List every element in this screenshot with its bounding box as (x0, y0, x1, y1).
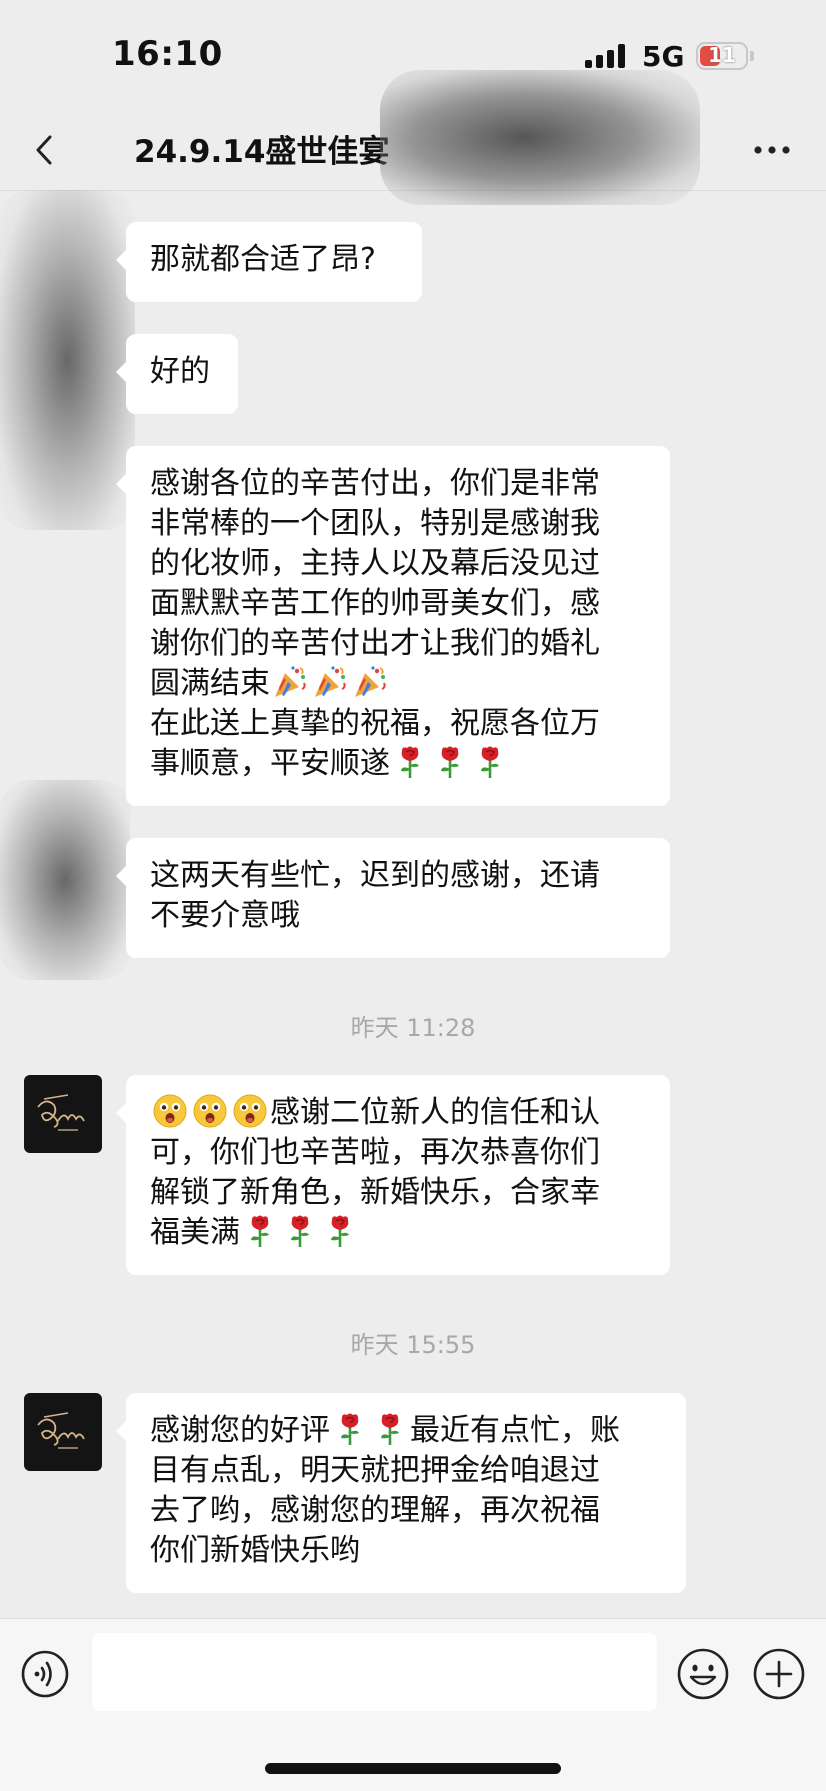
network-type: 5G (642, 40, 685, 73)
avatar[interactable] (24, 1393, 102, 1471)
message-input[interactable] (92, 1633, 657, 1711)
timestamp: 昨天 11:28 (350, 1014, 476, 1042)
message-line: 感谢您的好评 最近有点忙，账 (150, 1411, 662, 1451)
party-popper-icon (353, 665, 387, 699)
message-line: 福美满 (150, 1213, 646, 1253)
message-text: 你们新婚快乐哟 (150, 1533, 360, 1568)
rose-icon (323, 1214, 357, 1248)
brand-logo (24, 1393, 102, 1471)
message-text: 感谢二位新人的信任和认 (270, 1095, 600, 1130)
redacted-avatar (0, 190, 135, 530)
plus-icon[interactable] (752, 1647, 806, 1701)
message-text: 事顺意，平安顺遂 (150, 746, 390, 781)
astonished-face-icon (153, 1094, 187, 1128)
battery-tip (750, 51, 754, 61)
redacted-avatar (0, 780, 130, 980)
battery-icon: 11 (696, 42, 748, 70)
message-text: 解锁了新角色，新婚快乐，合家幸 (150, 1175, 600, 1210)
astonished-face-icon (233, 1094, 267, 1128)
rose-icon (433, 745, 467, 779)
message-bubble[interactable]: 好的 (116, 334, 238, 414)
message-bubble[interactable]: 感谢各位的辛苦付出，你们是非常 非常棒的一个团队，特别是感谢我 的化妆师，主持人… (116, 446, 670, 806)
message-text: 去了哟，感谢您的理解，再次祝福 (150, 1493, 600, 1528)
home-indicator (265, 1763, 561, 1774)
message-bubble[interactable]: 这两天有些忙，迟到的感谢，还请 不要介意哦 (116, 838, 670, 958)
party-popper-icon (273, 665, 307, 699)
rose-icon (473, 745, 507, 779)
message-bubble[interactable]: 那就都合适了昂? (116, 222, 422, 302)
message-text: 不要介意哦 (150, 898, 300, 933)
message-text: 在此送上真挚的祝福，祝愿各位万 (150, 706, 600, 741)
message-text: 感谢各位的辛苦付出，你们是非常 (150, 466, 600, 501)
message-text: 最近有点忙，账 (410, 1413, 620, 1448)
astonished-face-icon (193, 1094, 227, 1128)
battery-level: 11 (708, 43, 736, 67)
message-line: 圆满结束 (150, 664, 646, 704)
brand-logo (24, 1075, 102, 1153)
message-bubble[interactable]: 感谢您的好评 最近有点忙，账 目有点乱，明天就把押金给咱退过 去了哟，感谢您的理解… (116, 1393, 686, 1593)
message-text: 这两天有些忙，迟到的感谢，还请 (150, 858, 600, 893)
message-text: 非常棒的一个团队，特别是感谢我 (150, 506, 600, 541)
message-text: 面默默辛苦工作的帅哥美女们，感 (150, 586, 600, 621)
timestamp: 昨天 15:55 (350, 1331, 476, 1359)
message-text: 好的 (150, 354, 210, 389)
emoji-icon[interactable] (676, 1647, 730, 1701)
rose-icon (283, 1214, 317, 1248)
voice-icon[interactable] (20, 1649, 70, 1699)
rose-icon (393, 745, 427, 779)
signal-icon (585, 44, 629, 68)
message-text: 谢你们的辛苦付出才让我们的婚礼 (150, 626, 600, 661)
message-text: 目有点乱，明天就把押金给咱退过 (150, 1453, 600, 1488)
message-text: 那就都合适了昂? (150, 242, 376, 277)
chevron-left-icon[interactable] (26, 125, 66, 175)
redaction-smudge (380, 70, 700, 205)
rose-icon (333, 1412, 367, 1446)
message-text: 可，你们也辛苦啦，再次恭喜你们 (150, 1135, 600, 1170)
rose-icon (243, 1214, 277, 1248)
message-text: 的化妆师，主持人以及幕后没见过 (150, 546, 600, 581)
message-line: 感谢二位新人的信任和认 (150, 1093, 646, 1133)
party-popper-icon (313, 665, 347, 699)
chat-title: 24.9.14盛世佳宴 (134, 134, 390, 170)
message-text: 感谢您的好评 (150, 1413, 330, 1448)
clock: 16:10 (112, 34, 223, 74)
message-text: 圆满结束 (150, 666, 270, 701)
more-dots-icon[interactable] (752, 136, 792, 164)
message-text: 福美满 (150, 1215, 240, 1250)
message-bubble[interactable]: 感谢二位新人的信任和认 可，你们也辛苦啦，再次恭喜你们 解锁了新角色，新婚快乐，… (116, 1075, 670, 1275)
avatar[interactable] (24, 1075, 102, 1153)
message-line: 事顺意，平安顺遂 (150, 744, 646, 784)
rose-icon (373, 1412, 407, 1446)
